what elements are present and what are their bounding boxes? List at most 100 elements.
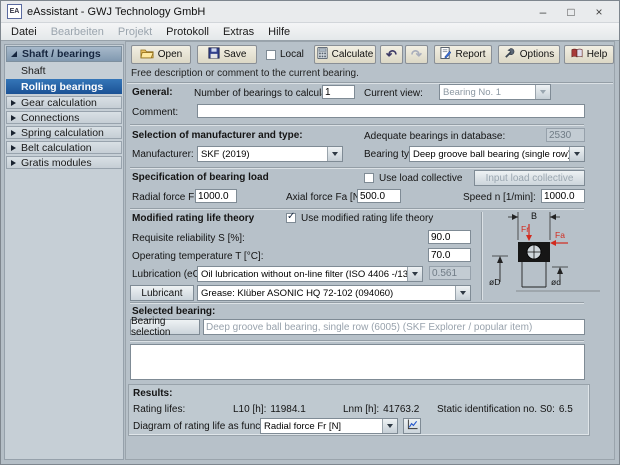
comment-label: Comment: bbox=[132, 107, 178, 118]
dropdown-arrow-icon bbox=[569, 147, 584, 161]
ec-value-field bbox=[429, 266, 471, 280]
open-button[interactable]: Open bbox=[131, 45, 191, 64]
sidebar-item-label: Rolling bearings bbox=[21, 81, 103, 93]
adequate-bearings-field bbox=[546, 128, 585, 142]
sidebar-item-rolling-bearings[interactable]: Rolling bearings bbox=[6, 79, 122, 94]
help-button[interactable]: Help bbox=[564, 45, 614, 64]
reliability-label: Requisite reliability S [%]: bbox=[132, 233, 245, 244]
temperature-input[interactable] bbox=[428, 248, 471, 262]
diagram-radial-force-label: Fr bbox=[521, 224, 529, 234]
lubrication-dropdown[interactable]: Oil lubrication without on-line filter (… bbox=[197, 266, 423, 282]
bearing-selection-button[interactable]: Bearing selection bbox=[130, 319, 200, 335]
radial-force-input[interactable] bbox=[195, 189, 237, 203]
adequate-bearings-label: Adequate bearings in database: bbox=[364, 131, 505, 142]
sidebar-item-gear-calculation[interactable]: Gear calculation bbox=[6, 96, 122, 109]
minimize-button[interactable]: – bbox=[529, 2, 557, 22]
use-modified-checkbox[interactable] bbox=[286, 213, 296, 223]
manufacturer-label: Manufacturer: bbox=[132, 149, 194, 160]
dropdown-arrow-icon bbox=[407, 267, 422, 281]
sidebar-item-label: Gear calculation bbox=[21, 97, 97, 109]
temperature-label: Operating temperature T [°C]: bbox=[132, 251, 263, 262]
description-bar: Free description or comment to the curre… bbox=[127, 66, 613, 83]
redo-icon: ↷ bbox=[411, 48, 422, 61]
manufacturer-dropdown[interactable]: SKF (2019) bbox=[197, 146, 343, 162]
selection-section-label: Selection of manufacturer and type: bbox=[132, 130, 303, 141]
sidebar-item-label: Shaft / bearings bbox=[22, 48, 101, 60]
rating-lifes-label: Rating lifes: bbox=[133, 404, 185, 415]
menu-projekt: Projekt bbox=[111, 25, 159, 39]
show-diagram-button[interactable] bbox=[403, 418, 421, 434]
separator bbox=[481, 212, 483, 300]
bearing-type-dropdown[interactable]: Deep groove ball bearing (single row) bbox=[409, 146, 585, 162]
dropdown-arrow-icon bbox=[455, 286, 470, 300]
diagram-axial-force-label: Fa bbox=[555, 230, 565, 240]
dropdown-arrow-icon bbox=[535, 85, 550, 99]
collapsed-triangle-icon bbox=[11, 115, 16, 121]
maximize-button[interactable]: □ bbox=[557, 2, 585, 22]
separator bbox=[130, 340, 584, 342]
lubricant-dropdown[interactable]: Grease: Klüber ASONIC HQ 72-102 (094060) bbox=[197, 285, 471, 301]
axial-force-input[interactable] bbox=[357, 189, 401, 203]
collapsed-triangle-icon bbox=[11, 160, 16, 166]
life-section-label: Modified rating life theory bbox=[132, 213, 254, 224]
bearing-type-value: Deep groove ball bearing (single row) bbox=[410, 147, 569, 161]
use-modified-label: Use modified rating life theory bbox=[301, 213, 433, 224]
sidebar-item-shaft-bearings[interactable]: Shaft / bearings bbox=[6, 46, 122, 62]
use-load-collective-checkbox[interactable] bbox=[364, 173, 374, 183]
menu-hilfe[interactable]: Hilfe bbox=[261, 25, 297, 39]
reliability-input[interactable] bbox=[428, 230, 471, 244]
calculator-icon bbox=[317, 47, 328, 62]
rating-life-diagram-value: Radial force Fr [N] bbox=[261, 419, 382, 433]
current-view-dropdown: Bearing No. 1 bbox=[439, 84, 551, 100]
calculate-button[interactable]: Calculate bbox=[314, 45, 376, 64]
local-label: Local bbox=[280, 49, 304, 60]
collapsed-triangle-icon bbox=[11, 145, 16, 151]
redo-button: ↷ bbox=[405, 45, 428, 64]
collapsed-triangle-icon bbox=[11, 130, 16, 136]
close-button[interactable]: × bbox=[585, 2, 613, 22]
load-section-label: Specification of bearing load bbox=[132, 172, 269, 183]
menu-extras[interactable]: Extras bbox=[216, 25, 261, 39]
sidebar-item-spring-calculation[interactable]: Spring calculation bbox=[6, 126, 122, 139]
options-tool-icon bbox=[504, 47, 516, 62]
lubrication-value: Oil lubrication without on-line filter (… bbox=[198, 267, 407, 281]
num-bearings-input[interactable] bbox=[322, 85, 355, 99]
sidebar-item-belt-calculation[interactable]: Belt calculation bbox=[6, 141, 122, 154]
undo-button[interactable]: ↶ bbox=[380, 45, 403, 64]
sidebar-item-label: Belt calculation bbox=[21, 142, 92, 154]
help-book-icon bbox=[571, 48, 583, 61]
l10-result: L10 [h]: 11984.1 bbox=[233, 404, 306, 415]
lubricant-button[interactable]: Lubricant bbox=[130, 285, 194, 301]
lnm-result: Lnm [h]: 41763.2 bbox=[343, 404, 419, 415]
report-button[interactable]: Report bbox=[434, 45, 492, 64]
window-title: eAssistant - GWJ Technology GmbH bbox=[27, 6, 529, 18]
current-view-value: Bearing No. 1 bbox=[440, 85, 535, 99]
lnm-value: 41763.2 bbox=[383, 404, 419, 415]
sidebar-item-shaft[interactable]: Shaft bbox=[6, 63, 122, 78]
s0-label: Static identification no. S0: bbox=[437, 404, 555, 415]
comment-input[interactable] bbox=[197, 104, 585, 118]
save-button[interactable]: Save bbox=[197, 45, 257, 64]
diagram-width-label: B bbox=[531, 211, 537, 221]
sidebar-item-gratis-modules[interactable]: Gratis modules bbox=[6, 156, 122, 169]
sidebar-item-label: Shaft bbox=[21, 65, 46, 77]
sidebar-item-label: Spring calculation bbox=[21, 127, 104, 139]
speed-label: Speed n [1/min]: bbox=[463, 192, 536, 203]
sidebar: Shaft / bearings Shaft Rolling bearings … bbox=[4, 44, 124, 460]
lnm-label: Lnm [h]: bbox=[343, 404, 379, 415]
use-load-collective-label: Use load collective bbox=[379, 173, 462, 184]
options-button[interactable]: Options bbox=[498, 45, 560, 64]
main-panel: Open Save Local Calculate ↶ ↷ Report Opt… bbox=[125, 41, 615, 460]
local-checkbox[interactable] bbox=[266, 50, 276, 60]
menu-bearbeiten: Bearbeiten bbox=[44, 25, 111, 39]
dropdown-arrow-icon bbox=[382, 419, 397, 433]
input-load-collective-button: Input load collective bbox=[474, 170, 585, 186]
speed-input[interactable] bbox=[541, 189, 585, 203]
current-view-label: Current view: bbox=[364, 88, 423, 99]
menu-datei[interactable]: Datei bbox=[4, 25, 44, 39]
sidebar-item-connections[interactable]: Connections bbox=[6, 111, 122, 124]
num-bearings-label: Number of bearings to calculate: bbox=[194, 88, 338, 99]
menu-protokoll[interactable]: Protokoll bbox=[159, 25, 216, 39]
axial-force-label: Axial force Fa [N]: bbox=[286, 192, 365, 203]
rating-life-diagram-dropdown[interactable]: Radial force Fr [N] bbox=[260, 418, 398, 434]
